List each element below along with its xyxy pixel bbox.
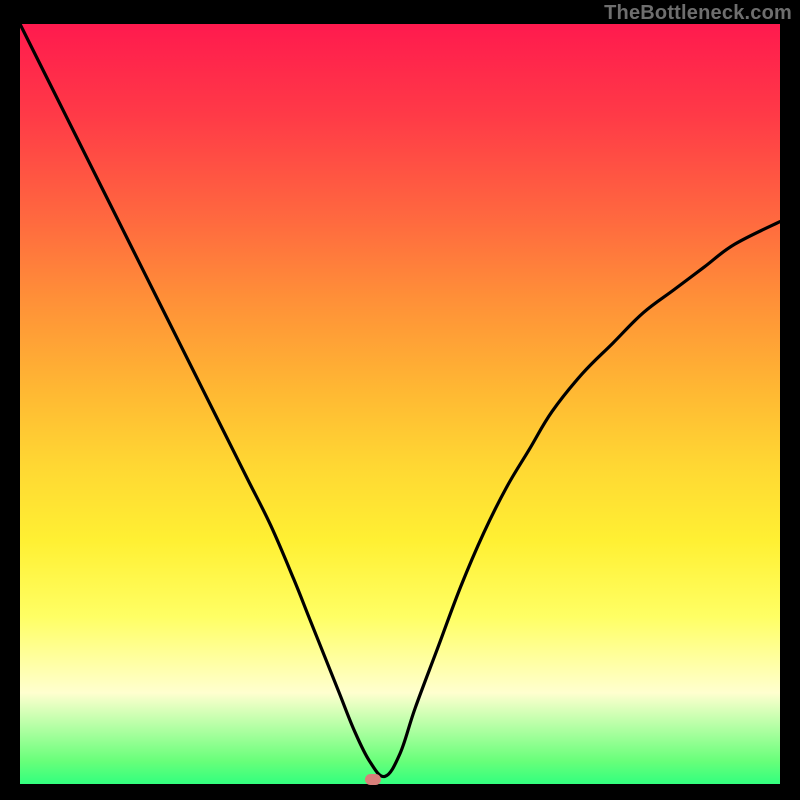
chart-frame: TheBottleneck.com [0, 0, 800, 800]
watermark-text: TheBottleneck.com [604, 2, 792, 25]
bottleneck-curve [20, 24, 780, 784]
plot-area [20, 24, 780, 784]
